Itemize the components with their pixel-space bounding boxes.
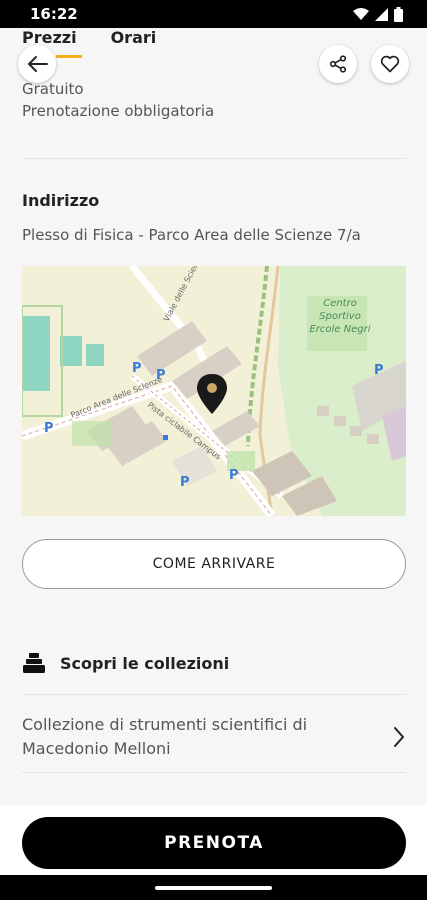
status-time: 16:22 xyxy=(30,5,78,23)
home-indicator[interactable] xyxy=(155,886,272,890)
divider xyxy=(22,694,406,695)
address-title: Indirizzo xyxy=(22,191,100,210)
map-canvas: P P P P P P Centro Sportivo Ercole Negri… xyxy=(22,266,406,516)
map-label-centro-3: Ercole Negri xyxy=(309,324,370,335)
list-item[interactable]: Collezione di strumenti scientifici di M… xyxy=(22,712,406,762)
back-arrow-icon xyxy=(28,56,48,72)
tab-orari[interactable]: Orari xyxy=(111,28,157,55)
heart-icon xyxy=(380,55,400,73)
navigation-bar xyxy=(0,875,427,900)
share-icon xyxy=(329,55,347,73)
parking-marker: P xyxy=(44,421,54,436)
collections-icon xyxy=(23,653,45,673)
parking-marker: P xyxy=(374,363,384,378)
address-text: Plesso di Fisica - Parco Area delle Scie… xyxy=(22,226,361,244)
divider xyxy=(22,772,406,773)
directions-button[interactable]: COME ARRIVARE xyxy=(22,539,406,589)
status-icons xyxy=(353,6,403,22)
price-value: Gratuito xyxy=(22,80,84,98)
signal-icon xyxy=(375,7,388,21)
price-info: Gratuito Prenotazione obbligatoria xyxy=(22,78,214,122)
collection-item-label: Collezione di strumenti scientifici di M… xyxy=(22,715,308,758)
book-button[interactable]: PRENOTA xyxy=(22,817,406,869)
parking-marker: P xyxy=(132,361,142,376)
status-bar: 16:22 xyxy=(0,0,427,28)
collections-header: Scopri le collezioni xyxy=(22,652,229,674)
booking-note: Prenotazione obbligatoria xyxy=(22,102,215,120)
chevron-right-icon xyxy=(394,727,404,747)
battery-icon xyxy=(394,6,403,22)
map-label-centro-1: Centro xyxy=(323,298,357,309)
parking-marker: P xyxy=(229,468,239,483)
divider xyxy=(22,158,406,159)
collections-title: Scopri le collezioni xyxy=(60,653,230,673)
share-button[interactable] xyxy=(319,45,357,83)
bus-stop-marker xyxy=(163,435,168,440)
location-map[interactable]: P P P P P P Centro Sportivo Ercole Negri… xyxy=(22,266,406,516)
wifi-icon xyxy=(353,7,369,20)
favorite-button[interactable] xyxy=(371,45,409,83)
parking-marker: P xyxy=(180,475,190,490)
map-label-centro-2: Sportivo xyxy=(319,311,361,322)
